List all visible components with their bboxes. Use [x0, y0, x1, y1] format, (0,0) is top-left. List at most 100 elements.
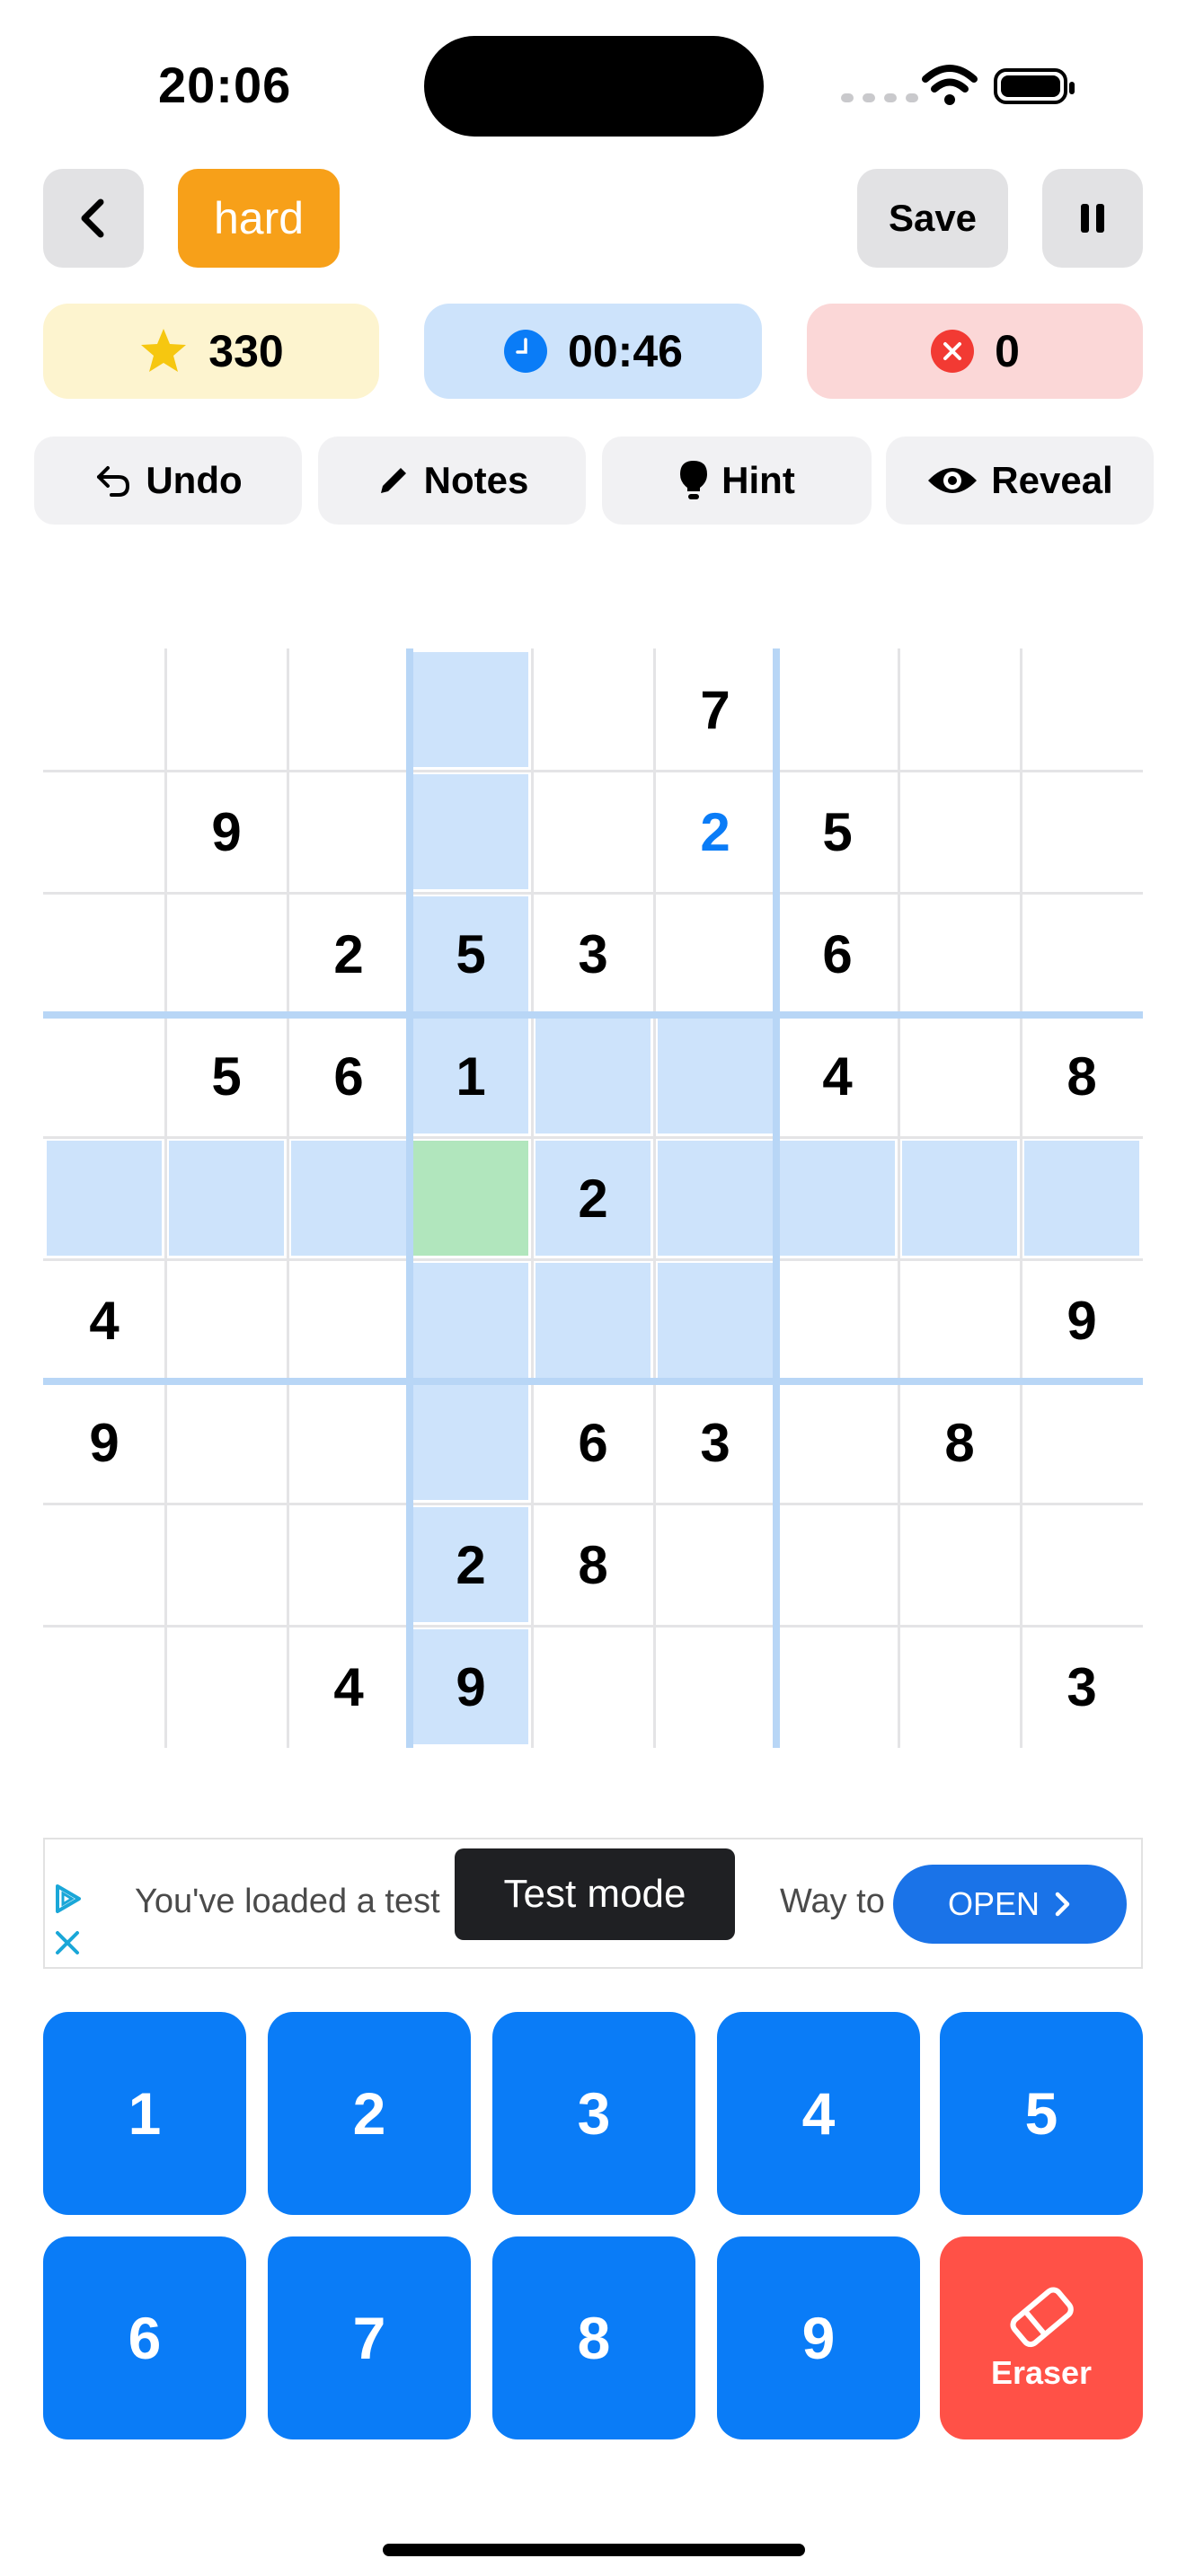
board-cell[interactable] — [658, 1629, 773, 1744]
board-cell[interactable]: 7 — [658, 652, 773, 767]
board-cell[interactable] — [413, 1141, 528, 1256]
board-cell[interactable] — [535, 652, 651, 767]
board-cell[interactable] — [658, 896, 773, 1011]
board-cell[interactable]: 3 — [658, 1385, 773, 1500]
key-4[interactable]: 4 — [717, 2012, 920, 2215]
save-button[interactable]: Save — [857, 169, 1008, 268]
board-cell[interactable] — [291, 774, 406, 889]
board-cell[interactable] — [535, 1019, 651, 1134]
board-cell[interactable] — [1024, 896, 1139, 1011]
board-cell[interactable] — [413, 774, 528, 889]
board-cell[interactable]: 9 — [169, 774, 284, 889]
undo-button[interactable]: Undo — [34, 437, 302, 525]
board-cell[interactable] — [169, 1263, 284, 1378]
board-cell[interactable]: 4 — [291, 1629, 406, 1744]
key-9[interactable]: 9 — [717, 2236, 920, 2439]
board-cell[interactable] — [413, 1263, 528, 1378]
board-cell[interactable] — [169, 652, 284, 767]
key-6[interactable]: 6 — [43, 2236, 246, 2439]
board-cell[interactable] — [1024, 774, 1139, 889]
hint-button[interactable]: Hint — [602, 437, 872, 525]
board-cell[interactable] — [658, 1141, 773, 1256]
board-cell[interactable]: 6 — [535, 1385, 651, 1500]
board-cell[interactable] — [47, 774, 162, 889]
board-cell[interactable] — [780, 1385, 895, 1500]
board-cell[interactable] — [1024, 1385, 1139, 1500]
board-cell[interactable] — [535, 774, 651, 889]
board-cell[interactable] — [902, 1019, 1017, 1134]
notes-button[interactable]: Notes — [318, 437, 586, 525]
board-cell[interactable] — [658, 1019, 773, 1134]
board-cell[interactable]: 2 — [291, 896, 406, 1011]
board-cell[interactable]: 4 — [780, 1019, 895, 1134]
board-cell[interactable]: 2 — [413, 1507, 528, 1622]
board-cell[interactable] — [47, 652, 162, 767]
board-cell[interactable]: 6 — [780, 896, 895, 1011]
board-cell[interactable] — [780, 1141, 895, 1256]
board-cell[interactable] — [291, 1141, 406, 1256]
board-cell[interactable] — [902, 652, 1017, 767]
board-cell[interactable] — [47, 1141, 162, 1256]
key-7[interactable]: 7 — [268, 2236, 471, 2439]
board-cell[interactable] — [291, 1385, 406, 1500]
key-3[interactable]: 3 — [492, 2012, 695, 2215]
board-cell[interactable] — [902, 1263, 1017, 1378]
board-cell[interactable]: 5 — [780, 774, 895, 889]
board-cell[interactable] — [169, 1507, 284, 1622]
board-cell[interactable]: 4 — [47, 1263, 162, 1378]
board-cell[interactable] — [47, 1629, 162, 1744]
board-cell[interactable] — [902, 1629, 1017, 1744]
board-cell[interactable]: 8 — [1024, 1019, 1139, 1134]
board-cell[interactable]: 8 — [902, 1385, 1017, 1500]
board-cell[interactable] — [902, 896, 1017, 1011]
close-icon[interactable] — [54, 1929, 81, 1956]
board-cell[interactable]: 5 — [169, 1019, 284, 1134]
board-cell[interactable] — [413, 1385, 528, 1500]
pause-button[interactable] — [1042, 169, 1143, 268]
board-cell[interactable] — [1024, 1141, 1139, 1256]
key-5[interactable]: 5 — [940, 2012, 1143, 2215]
board-cell[interactable] — [169, 1385, 284, 1500]
board-cell[interactable] — [169, 1141, 284, 1256]
board-cell[interactable] — [658, 1263, 773, 1378]
eraser-button[interactable]: Eraser — [940, 2236, 1143, 2439]
board-cell[interactable] — [535, 1263, 651, 1378]
board-cell[interactable] — [291, 1263, 406, 1378]
board-cell[interactable] — [47, 1019, 162, 1134]
board-cell[interactable]: 3 — [535, 896, 651, 1011]
board-cell[interactable]: 9 — [1024, 1263, 1139, 1378]
board-cell[interactable] — [658, 1507, 773, 1622]
board-cell[interactable] — [291, 1507, 406, 1622]
key-2[interactable]: 2 — [268, 2012, 471, 2215]
board-cell[interactable] — [902, 1507, 1017, 1622]
board-cell[interactable] — [780, 1263, 895, 1378]
board-cell[interactable] — [902, 774, 1017, 889]
board-cell[interactable]: 9 — [413, 1629, 528, 1744]
board-cell[interactable] — [169, 1629, 284, 1744]
board-cell[interactable] — [291, 652, 406, 767]
board-cell[interactable]: 8 — [535, 1507, 651, 1622]
board-cell[interactable] — [780, 652, 895, 767]
board-cell[interactable] — [413, 652, 528, 767]
reveal-button[interactable]: Reveal — [886, 437, 1154, 525]
ad-open-button[interactable]: OPEN — [893, 1865, 1127, 1944]
board-cell[interactable] — [1024, 1507, 1139, 1622]
board-cell[interactable]: 3 — [1024, 1629, 1139, 1744]
board-cell[interactable]: 1 — [413, 1019, 528, 1134]
board-cell[interactable]: 6 — [291, 1019, 406, 1134]
board-cell[interactable] — [780, 1629, 895, 1744]
key-8[interactable]: 8 — [492, 2236, 695, 2439]
board-cell[interactable] — [47, 896, 162, 1011]
board-cell[interactable] — [169, 896, 284, 1011]
key-1[interactable]: 1 — [43, 2012, 246, 2215]
board-cell[interactable]: 5 — [413, 896, 528, 1011]
board-cell[interactable] — [1024, 652, 1139, 767]
back-button[interactable] — [43, 169, 144, 268]
board-cell[interactable] — [902, 1141, 1017, 1256]
board-cell[interactable]: 9 — [47, 1385, 162, 1500]
board-cell[interactable]: 2 — [535, 1141, 651, 1256]
board-cell[interactable] — [535, 1629, 651, 1744]
board-cell[interactable]: 2 — [658, 774, 773, 889]
board-cell[interactable] — [47, 1507, 162, 1622]
board-cell[interactable] — [780, 1507, 895, 1622]
